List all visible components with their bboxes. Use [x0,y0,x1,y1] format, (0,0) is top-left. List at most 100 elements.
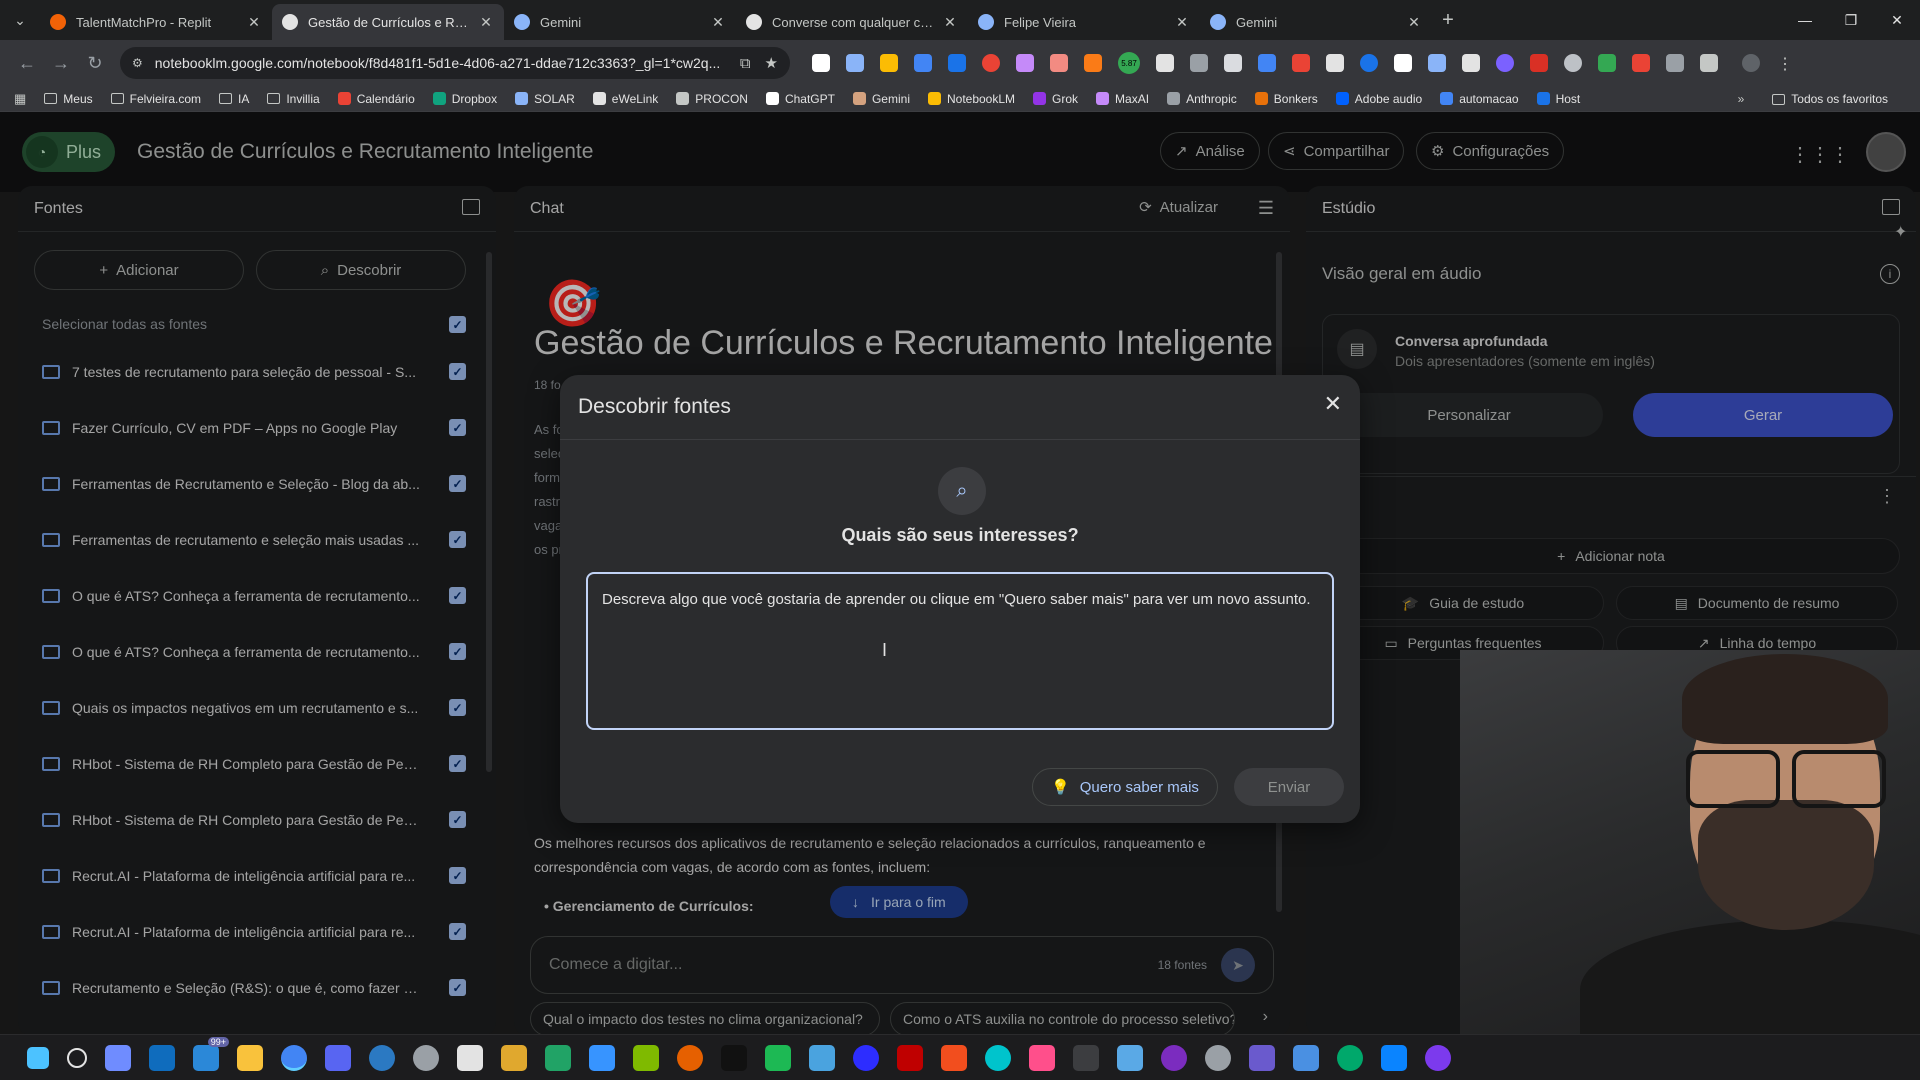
vscode-icon[interactable] [589,1044,615,1071]
extension-icon[interactable] [1428,54,1446,72]
bookmark-item[interactable]: ChatGPT [765,92,835,106]
minimize-icon[interactable]: — [1782,0,1828,40]
bookmark-item[interactable]: SOLAR [515,92,575,106]
new-tab-button[interactable]: + [1432,9,1464,32]
extension-icon[interactable] [812,54,830,72]
forward-icon[interactable]: → [44,46,78,80]
interests-textarea[interactable]: Descreva algo que você gostaria de apren… [586,572,1334,730]
extension-icon[interactable] [1632,54,1650,72]
search-icon[interactable] [67,1047,87,1068]
browser-tab[interactable]: Felipe Vieira ✕ [968,4,1200,40]
app-icon[interactable] [1205,1044,1231,1071]
browser-tab[interactable]: Gestão de Currículos e Recrutam ✕ [272,4,504,40]
close-tab-icon[interactable]: ✕ [942,14,958,31]
extension-icon[interactable] [1224,54,1242,72]
app-icon[interactable] [1073,1044,1099,1071]
extension-icon[interactable] [948,54,966,72]
bookmark-item[interactable]: Felvieira.com [110,92,201,106]
learn-more-button[interactable]: 💡 Quero saber mais [1032,768,1218,806]
app-icon[interactable] [677,1044,703,1071]
file-explorer-icon[interactable] [237,1044,263,1071]
app-icon[interactable] [633,1044,659,1071]
back-icon[interactable]: ← [10,46,44,80]
browser-tab[interactable]: Gemini ✕ [1200,4,1432,40]
app-icon[interactable] [809,1044,835,1071]
install-icon[interactable]: ⧉ [740,55,751,72]
notion-icon[interactable] [457,1044,483,1071]
browser-tab[interactable]: Gemini ✕ [504,4,736,40]
extension-icon[interactable] [1598,54,1616,72]
menu-dots-icon[interactable]: ⋮ [1776,54,1794,73]
close-tab-icon[interactable]: ✕ [1174,14,1190,31]
site-info-icon[interactable]: ⚙ [132,56,143,70]
bookmark-star-icon[interactable]: ★ [765,54,778,72]
extension-icon[interactable] [1292,54,1310,72]
tab-search-icon[interactable]: ⌄ [0,0,40,40]
app-icon[interactable] [501,1044,527,1071]
bookmark-item[interactable]: Grok [1033,92,1078,106]
extension-icon[interactable] [1156,54,1174,72]
start-icon[interactable] [27,1046,49,1069]
bookmark-item[interactable]: IA [219,92,249,106]
extension-icon[interactable] [982,54,1000,72]
bookmark-item[interactable]: NotebookLM [927,92,1015,106]
bookmark-item[interactable]: MaxAI [1096,92,1149,106]
apps-grid-icon[interactable]: ▦ [14,91,26,107]
app-icon[interactable] [1117,1044,1143,1071]
bookmarks-overflow-icon[interactable]: » [1738,92,1745,106]
app-icon[interactable] [1425,1044,1451,1071]
app-icon[interactable] [721,1044,747,1071]
teams-icon[interactable]: 99+ [193,1036,229,1071]
extension-icon[interactable] [1666,54,1684,72]
close-tab-icon[interactable]: ✕ [710,14,726,31]
app-icon[interactable] [853,1044,879,1071]
all-bookmarks-folder[interactable]: Todos os favoritos [1772,92,1888,106]
app-icon[interactable] [1029,1044,1055,1071]
restore-icon[interactable]: ❐ [1828,0,1874,40]
extension-icon[interactable] [1084,54,1102,72]
bookmark-item[interactable]: Bonkers [1254,92,1318,106]
bookmark-item[interactable]: Meus [44,92,93,106]
bookmark-item[interactable]: eWeLink [592,92,658,106]
app-icon[interactable] [1337,1044,1363,1071]
extension-icon[interactable] [846,54,864,72]
bookmark-item[interactable]: Invillia [267,92,320,106]
app-icon[interactable] [1293,1044,1319,1071]
extension-icon[interactable] [1530,54,1548,72]
bookmark-item[interactable]: automacao [1440,92,1519,106]
extension-icon[interactable] [1016,54,1034,72]
app-icon[interactable] [369,1044,395,1071]
excel-icon[interactable] [545,1044,571,1071]
close-tab-icon[interactable]: ✕ [1406,14,1422,31]
close-tab-icon[interactable]: ✕ [246,14,262,31]
bookmark-item[interactable]: Anthropic [1167,92,1237,106]
app-icon[interactable] [1381,1044,1407,1071]
app-icon[interactable] [1249,1044,1275,1071]
bookmark-item[interactable]: Gemini [852,92,910,106]
browser-tab[interactable]: Converse com qualquer conteúdo ✕ [736,4,968,40]
extension-icon[interactable] [1326,54,1344,72]
extension-icon[interactable] [1564,54,1582,72]
extension-icon[interactable] [1462,54,1480,72]
address-bar[interactable]: ⚙ notebooklm.google.com/notebook/f8d481f… [120,47,790,79]
figma-icon[interactable] [941,1044,967,1071]
copilot-icon[interactable] [105,1044,131,1071]
extension-icon[interactable] [880,54,898,72]
send-button[interactable]: Enviar [1234,768,1344,806]
outlook-icon[interactable] [149,1044,175,1071]
extension-icon[interactable] [1496,54,1514,72]
close-tab-icon[interactable]: ✕ [478,14,494,31]
browser-tab[interactable]: TalentMatchPro - Replit ✕ [40,4,272,40]
app-icon[interactable] [1161,1044,1187,1071]
app-icon[interactable] [765,1044,791,1071]
bookmark-item[interactable]: Host [1536,92,1580,106]
bookmark-item[interactable]: Adobe audio [1335,92,1422,106]
close-icon[interactable]: ✕ [1324,391,1342,417]
extension-badge[interactable]: 5.87 [1118,52,1140,74]
canva-icon[interactable] [985,1044,1011,1071]
filezilla-icon[interactable] [897,1044,923,1071]
bookmark-item[interactable]: Dropbox [432,92,497,106]
extension-icon[interactable] [1190,54,1208,72]
extension-icon[interactable] [1050,54,1068,72]
extension-icon[interactable] [1258,54,1276,72]
